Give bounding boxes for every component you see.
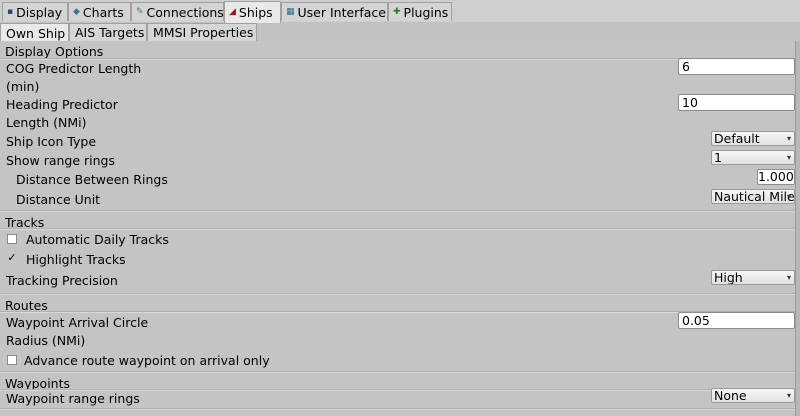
tab-label: Connections: [146, 4, 224, 20]
ship-icon-type-label: Ship Icon Type: [6, 134, 97, 149]
tab-label: User Interface: [297, 4, 386, 20]
waypoint-range-rings-label: Waypoint range rings: [6, 391, 140, 406]
chevron-down-icon: ▾: [786, 273, 791, 282]
waypoint-range-rings-select[interactable]: None ▾: [711, 388, 795, 403]
plugins-icon: ✚: [393, 6, 401, 17]
section-divider: [0, 293, 795, 295]
cog-predictor-unit-label: (min): [6, 79, 40, 94]
chevron-down-icon: ▾: [786, 134, 791, 143]
section-divider: [0, 228, 795, 230]
cog-predictor-label: COG Predictor Length: [6, 61, 142, 76]
waypoint-arrival-circle-label: Waypoint Arrival Circle: [6, 315, 149, 330]
section-divider: [0, 371, 795, 373]
tracking-precision-select[interactable]: High ▾: [711, 270, 795, 285]
chevron-down-icon: ▾: [786, 391, 791, 400]
automatic-daily-tracks-label: Automatic Daily Tracks: [26, 232, 169, 247]
distance-unit-select[interactable]: Nautical Mile ▾: [711, 189, 795, 204]
main-tab-bar: ▪ Display ◆ Charts ✎ Connections ◢ Ships…: [0, 0, 800, 23]
subtab-label: Own Ship: [6, 25, 66, 41]
subtab-ais-targets[interactable]: AIS Targets: [69, 23, 147, 41]
highlight-tracks-checkbox[interactable]: ✓: [7, 251, 17, 264]
tab-plugins[interactable]: ✚ Plugins: [388, 2, 452, 21]
charts-icon: ◆: [73, 6, 80, 17]
subtab-own-ship[interactable]: Own Ship: [0, 23, 69, 42]
select-value: Default: [714, 131, 760, 146]
user-interface-icon: ▦: [286, 6, 295, 17]
own-ship-panel: Display Options COG Predictor Length (mi…: [0, 41, 795, 416]
distance-between-rings-input[interactable]: 1.000: [757, 169, 795, 185]
subtab-label: AIS Targets: [75, 25, 145, 40]
section-divider: [0, 58, 795, 60]
tab-label: Plugins: [403, 4, 449, 20]
tab-ships[interactable]: ◢ Ships: [224, 1, 281, 23]
tab-label: Display: [16, 4, 63, 20]
checkmark-icon: ✓: [7, 251, 17, 264]
display-icon: ▪: [7, 6, 14, 17]
tab-label: Charts: [82, 4, 124, 20]
display-options-header: Display Options: [5, 44, 104, 59]
section-divider: [0, 311, 795, 313]
show-range-rings-select[interactable]: 1 ▾: [711, 150, 795, 165]
section-divider: [0, 210, 795, 212]
heading-predictor-label: Heading Predictor: [6, 97, 118, 112]
select-value: Nautical Mile: [714, 189, 795, 204]
ships-icon: ◢: [229, 7, 236, 17]
ship-icon-type-select[interactable]: Default ▾: [711, 131, 795, 146]
show-range-rings-label: Show range rings: [6, 153, 116, 168]
sub-tab-bar: Own Ship AIS Targets MMSI Properties: [0, 22, 800, 42]
automatic-daily-tracks-checkbox[interactable]: [7, 234, 17, 244]
select-value: 1: [714, 150, 722, 165]
heading-predictor-input[interactable]: 10: [678, 94, 795, 111]
section-divider: [0, 408, 795, 410]
connections-icon: ✎: [136, 6, 144, 17]
tab-user-interface[interactable]: ▦ User Interface: [281, 2, 388, 21]
cog-predictor-input[interactable]: 6: [678, 58, 795, 75]
tracking-precision-label: Tracking Precision: [6, 273, 118, 288]
chevron-down-icon: ▾: [786, 192, 791, 201]
subtab-label: MMSI Properties: [153, 25, 254, 40]
highlight-tracks-label: Highlight Tracks: [26, 252, 126, 267]
tab-connections[interactable]: ✎ Connections: [131, 2, 224, 21]
waypoint-arrival-radius-input[interactable]: 0.05: [678, 312, 795, 329]
tab-display[interactable]: ▪ Display: [2, 2, 68, 21]
subtab-mmsi-properties[interactable]: MMSI Properties: [147, 23, 257, 41]
chevron-down-icon: ▾: [786, 153, 791, 162]
select-value: None: [714, 388, 747, 403]
distance-unit-label: Distance Unit: [16, 192, 101, 207]
distance-between-rings-label: Distance Between Rings: [16, 172, 168, 187]
waypoint-arrival-radius-label: Radius (NMi): [6, 333, 86, 348]
advance-route-waypoint-label: Advance route waypoint on arrival only: [24, 353, 270, 368]
select-value: High: [714, 270, 743, 285]
tab-charts[interactable]: ◆ Charts: [68, 2, 131, 21]
vertical-scrollbar[interactable]: [795, 41, 800, 416]
heading-predictor-unit-label: Length (NMi): [6, 115, 87, 130]
tab-label: Ships: [238, 5, 273, 20]
advance-route-waypoint-checkbox[interactable]: [7, 355, 17, 365]
